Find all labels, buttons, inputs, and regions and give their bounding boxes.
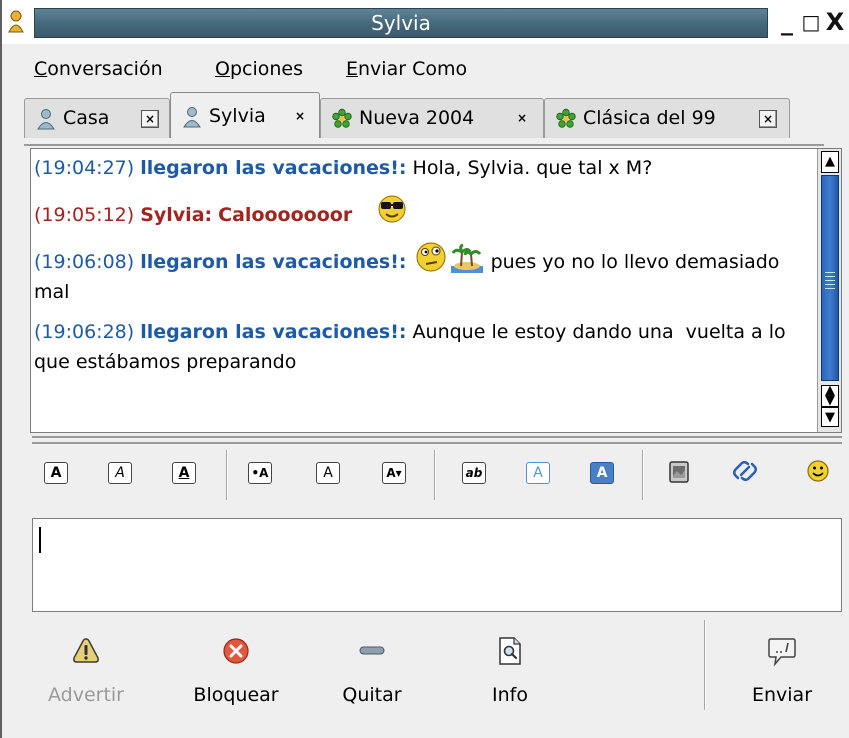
thinking-smiley-icon bbox=[416, 242, 446, 272]
insert-link-icon[interactable] bbox=[730, 456, 760, 486]
sunglasses-smiley-icon bbox=[378, 195, 406, 223]
remove-label: Quitar bbox=[342, 684, 402, 706]
pane-splitter[interactable] bbox=[32, 436, 842, 444]
close-button[interactable]: X bbox=[824, 7, 846, 37]
tab-label: Sylvia bbox=[209, 105, 266, 127]
window-title: Sylvia bbox=[371, 11, 431, 35]
buddy-person-icon bbox=[183, 107, 201, 128]
info-magnifier-icon bbox=[499, 637, 521, 665]
underline-icon[interactable]: A bbox=[172, 462, 196, 484]
message-sender: llegaron las vacaciones!: bbox=[140, 157, 407, 179]
send-button[interactable]: Enviar bbox=[722, 636, 842, 726]
menu-label-rest: nviar Como bbox=[358, 58, 468, 80]
chat-message: (19:06:08) llegaron las vacaciones!: pue… bbox=[34, 240, 815, 307]
menu-opciones[interactable]: Opciones bbox=[215, 58, 303, 80]
insert-image-icon[interactable] bbox=[668, 460, 690, 484]
tab-label: Casa bbox=[63, 107, 110, 129]
icq-flower-icon bbox=[332, 108, 352, 128]
block-x-circle-icon bbox=[223, 638, 249, 664]
scroll-up-button[interactable]: ▲ bbox=[821, 151, 839, 173]
toolbar-separator bbox=[642, 450, 644, 500]
menu-label-rest: onversación bbox=[47, 58, 163, 80]
tab-label: Nueva 2004 bbox=[359, 107, 475, 129]
insert-smiley-icon[interactable] bbox=[806, 459, 830, 483]
normal-font-icon[interactable]: A bbox=[316, 462, 340, 484]
speech-bubble-icon bbox=[768, 638, 796, 667]
smaller-font-icon[interactable]: A▾ bbox=[382, 462, 406, 484]
buddy-person-icon bbox=[37, 109, 55, 130]
text-caret bbox=[39, 527, 41, 553]
action-bar: Advertir Bloquear Quitar Info Enviar bbox=[4, 620, 849, 738]
chat-message: (19:06:28) llegaron las vacaciones!: Aun… bbox=[34, 317, 815, 377]
tab-bar: Casa × Sylvia × Nueva 2004 × Clásica del… bbox=[4, 90, 849, 146]
message-timestamp: (19:04:27) bbox=[34, 157, 135, 179]
info-button[interactable]: Info bbox=[450, 636, 570, 726]
tab-sylvia[interactable]: Sylvia × bbox=[170, 92, 320, 138]
warning-triangle-icon bbox=[73, 638, 99, 663]
message-sender: Sylvia: bbox=[140, 204, 213, 226]
tab-label: Clásica del 99 bbox=[583, 107, 716, 129]
italic-icon[interactable]: A bbox=[108, 462, 132, 484]
chat-message: (19:04:27) llegaron las vacaciones!: Hol… bbox=[34, 153, 815, 183]
scroll-down-button[interactable]: ▼ bbox=[821, 407, 839, 427]
message-sender: llegaron las vacaciones!: bbox=[140, 251, 407, 273]
chat-message: (19:05:12) Sylvia: Calooooooor bbox=[34, 193, 815, 230]
message-text: Calooooooor bbox=[218, 204, 353, 226]
minus-icon bbox=[359, 646, 385, 655]
minimize-button[interactable]: _ bbox=[776, 7, 798, 37]
block-button[interactable]: Bloquear bbox=[176, 636, 296, 726]
tab-close-button[interactable]: × bbox=[513, 110, 531, 128]
bold-icon[interactable]: A bbox=[44, 462, 68, 484]
conversation-history[interactable]: (19:04:27) llegaron las vacaciones!: Hol… bbox=[30, 148, 842, 433]
palm-island-icon bbox=[450, 244, 483, 273]
message-sender: llegaron las vacaciones!: bbox=[140, 321, 407, 343]
tab-baseline bbox=[24, 144, 824, 146]
scroll-up-button-lower[interactable]: ▲ ▼ bbox=[821, 384, 839, 407]
menu-mnemonic: C bbox=[34, 58, 48, 80]
tab-clasica-del-99[interactable]: Clásica del 99 × bbox=[544, 98, 790, 138]
tab-casa[interactable]: Casa × bbox=[24, 98, 170, 138]
scrollbar-thumb[interactable] bbox=[821, 175, 839, 381]
app-person-icon[interactable] bbox=[6, 10, 26, 34]
maximize-button[interactable]: □ bbox=[800, 7, 822, 37]
message-text: Hola, Sylvia. que tal x M? bbox=[412, 157, 653, 179]
menu-enviar-como[interactable]: Enviar Como bbox=[346, 58, 467, 80]
toolbar-separator bbox=[434, 450, 436, 500]
message-timestamp: (19:06:08) bbox=[34, 251, 135, 273]
warn-label: Advertir bbox=[47, 684, 124, 706]
warn-button[interactable]: Advertir bbox=[26, 636, 146, 726]
conversation-text[interactable]: (19:04:27) llegaron las vacaciones!: Hol… bbox=[31, 149, 815, 432]
conversation-scrollbar[interactable]: ▲ ▲ ▼ ▼ bbox=[817, 149, 841, 432]
title-bar[interactable]: Sylvia _ □ X bbox=[2, 0, 849, 44]
conversation-window: Sylvia _ □ X Conversación Opciones Envia… bbox=[0, 0, 849, 738]
message-input[interactable] bbox=[32, 518, 842, 612]
remove-button[interactable]: Quitar bbox=[312, 636, 432, 726]
toolbar-separator bbox=[226, 450, 228, 500]
menu-mnemonic: E bbox=[346, 58, 359, 80]
tab-close-button[interactable]: × bbox=[141, 110, 159, 128]
message-timestamp: (19:05:12) bbox=[34, 204, 135, 226]
foreground-color-icon[interactable]: A bbox=[526, 462, 550, 484]
title-strip: Sylvia bbox=[34, 8, 768, 38]
font-face-icon[interactable]: ab bbox=[462, 462, 486, 484]
icq-flower-icon bbox=[556, 108, 576, 128]
message-timestamp: (19:06:28) bbox=[34, 321, 135, 343]
menu-label-rest: pciones bbox=[229, 58, 304, 80]
menu-bar: Conversación Opciones Enviar Como bbox=[4, 44, 849, 90]
block-label: Bloquear bbox=[193, 684, 279, 706]
tab-close-button[interactable]: × bbox=[759, 110, 777, 128]
send-label: Enviar bbox=[751, 684, 813, 706]
menu-mnemonic: O bbox=[215, 58, 230, 80]
info-label: Info bbox=[492, 684, 528, 706]
tab-close-button[interactable]: × bbox=[291, 108, 309, 126]
menu-conversacion[interactable]: Conversación bbox=[34, 58, 163, 80]
formatting-toolbar: A A A •A A A▾ ab A A bbox=[30, 448, 849, 504]
background-color-icon[interactable]: A bbox=[590, 462, 614, 484]
larger-font-icon[interactable]: •A bbox=[248, 462, 272, 484]
action-separator bbox=[704, 620, 706, 710]
tab-nueva-2004[interactable]: Nueva 2004 × bbox=[320, 98, 544, 138]
